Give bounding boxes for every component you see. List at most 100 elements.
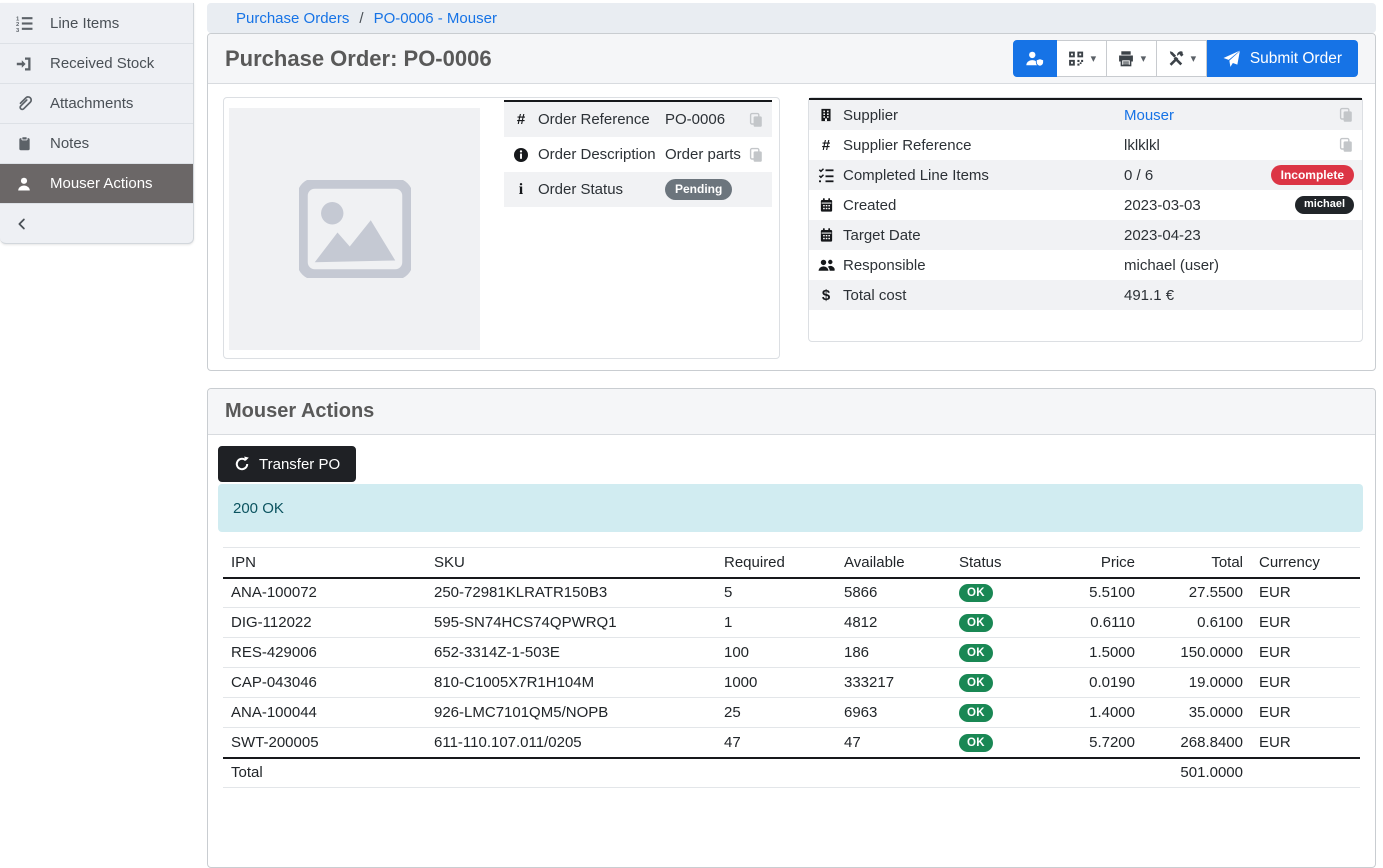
cell-price: 0.6110 xyxy=(1041,608,1143,638)
table-row: CAP-043046 810-C1005X7R1H104M 1000 33321… xyxy=(223,668,1360,698)
cell-sku: 250-72981KLRATR150B3 xyxy=(426,578,716,608)
card-filler xyxy=(809,310,1362,334)
status-badge: OK xyxy=(959,704,993,722)
cell-required: 47 xyxy=(716,728,836,758)
copy-icon[interactable] xyxy=(1338,137,1354,153)
hash-icon: # xyxy=(504,111,538,128)
detail-value: 0 / 6 xyxy=(1124,167,1271,184)
detail-value: michael (user) xyxy=(1124,257,1354,274)
sidebar-item-received-stock[interactable]: Received Stock xyxy=(0,43,193,83)
users-icon xyxy=(809,257,843,273)
dollar-icon: $ xyxy=(809,287,843,304)
list-check-icon xyxy=(809,167,843,183)
cell-currency: EUR xyxy=(1251,578,1360,608)
page-title: Purchase Order: PO-0006 xyxy=(225,46,492,72)
calendar-icon xyxy=(809,197,843,213)
cell-required: 100 xyxy=(716,638,836,668)
detail-label: Created xyxy=(843,197,1124,214)
order-actions-button[interactable]: ▾ xyxy=(1157,40,1207,77)
cell-status: OK xyxy=(951,728,1041,758)
column-header-ipn: IPN xyxy=(223,548,426,578)
cell-status: OK xyxy=(951,578,1041,608)
admin-button[interactable] xyxy=(1013,40,1057,77)
status-badge: OK xyxy=(959,734,993,752)
column-header-currency: Currency xyxy=(1251,548,1360,578)
table-row: DIG-112022 595-SN74HCS74QPWRQ1 1 4812 OK… xyxy=(223,608,1360,638)
sign-in-icon xyxy=(13,56,35,72)
cell-status: OK xyxy=(951,638,1041,668)
breadcrumb-separator: / xyxy=(359,10,363,27)
cell-required: 1000 xyxy=(716,668,836,698)
printer-icon xyxy=(1117,50,1135,67)
table-row: RES-429006 652-3314Z-1-503E 100 186 OK 1… xyxy=(223,638,1360,668)
status-badge: OK xyxy=(959,614,993,632)
table-total-row: Total 501.0000 xyxy=(223,758,1360,788)
submit-order-button[interactable]: Submit Order xyxy=(1207,40,1358,77)
copy-icon[interactable] xyxy=(748,147,764,163)
copy-icon[interactable] xyxy=(748,112,764,128)
cell-status: OK xyxy=(951,608,1041,638)
cell-price: 0.0190 xyxy=(1041,668,1143,698)
clipboard-icon xyxy=(13,135,35,152)
supplier-details-table: Supplier Mouser # Supplier Reference lkl… xyxy=(809,98,1362,310)
cell-currency: EUR xyxy=(1251,668,1360,698)
order-image-placeholder xyxy=(229,108,480,350)
sidebar-item-line-items[interactable]: 123 Line Items xyxy=(0,3,193,43)
status-badge: OK xyxy=(959,674,993,692)
cell-required: 5 xyxy=(716,578,836,608)
detail-row: Order Description Order parts xyxy=(504,137,772,172)
status-alert: 200 OK xyxy=(218,484,1363,532)
tools-icon xyxy=(1167,50,1185,67)
barcode-actions-button[interactable]: ▾ xyxy=(1057,40,1107,77)
user-shield-icon xyxy=(1024,50,1045,67)
total-value: 501.0000 xyxy=(1143,758,1251,788)
transfer-po-button[interactable]: Transfer PO xyxy=(218,446,356,482)
cell-total: 150.0000 xyxy=(1143,638,1251,668)
column-header-total: Total xyxy=(1143,548,1251,578)
print-actions-button[interactable]: ▾ xyxy=(1107,40,1157,77)
mouser-actions-header: Mouser Actions xyxy=(208,389,1375,435)
status-badge: OK xyxy=(959,584,993,602)
sidebar-item-notes[interactable]: Notes xyxy=(0,123,193,163)
sidebar-item-attachments[interactable]: Attachments xyxy=(0,83,193,123)
detail-label: Order Description xyxy=(538,146,665,163)
detail-row: Completed Line Items 0 / 6 Incomplete xyxy=(809,160,1362,190)
chevron-down-icon: ▾ xyxy=(1091,52,1097,65)
paperclip-icon xyxy=(13,95,35,112)
mouser-actions-body: Transfer PO 200 OK IPNSKURequiredAvailab… xyxy=(208,435,1375,788)
breadcrumb-link-purchase-orders[interactable]: Purchase Orders xyxy=(236,10,349,27)
cell-sku: 652-3314Z-1-503E xyxy=(426,638,716,668)
sidebar-item-mouser-actions[interactable]: Mouser Actions xyxy=(0,163,193,203)
detail-label: Order Status xyxy=(538,181,665,198)
sidebar-collapse-button[interactable] xyxy=(0,203,193,243)
mouser-actions-title: Mouser Actions xyxy=(225,400,374,423)
cell-ipn: SWT-200005 xyxy=(223,728,426,758)
copy-icon[interactable] xyxy=(1338,107,1354,123)
cell-sku: 611-110.107.011/0205 xyxy=(426,728,716,758)
detail-label: Target Date xyxy=(843,227,1124,244)
cell-status: OK xyxy=(951,668,1041,698)
image-icon xyxy=(299,180,411,278)
breadcrumb-link-current-order[interactable]: PO-0006 - Mouser xyxy=(374,10,497,27)
breadcrumb: Purchase Orders / PO-0006 - Mouser xyxy=(207,3,1376,33)
incomplete-badge: Incomplete xyxy=(1271,165,1354,185)
order-toolbar: ▾ ▾ ▾ Submit Order xyxy=(1013,40,1358,77)
chevron-down-icon: ▾ xyxy=(1141,52,1147,65)
column-header-required: Required xyxy=(716,548,836,578)
hash-icon: # xyxy=(809,137,843,154)
transfer-po-label: Transfer PO xyxy=(259,456,340,473)
detail-value: Pending xyxy=(665,179,764,199)
order-panel-body: # Order Reference PO-0006 Order Descript… xyxy=(208,84,1375,371)
column-header-sku: SKU xyxy=(426,548,716,578)
table-row: ANA-100044 926-LMC7101QM5/NOPB 25 6963 O… xyxy=(223,698,1360,728)
cell-available: 4812 xyxy=(836,608,951,638)
cell-ipn: RES-429006 xyxy=(223,638,426,668)
cell-currency: EUR xyxy=(1251,728,1360,758)
supplier-link[interactable]: Mouser xyxy=(1124,107,1174,124)
list-ol-icon: 123 xyxy=(13,15,35,32)
cell-currency: EUR xyxy=(1251,698,1360,728)
detail-label: Order Reference xyxy=(538,111,665,128)
sidebar-item-label: Mouser Actions xyxy=(50,175,153,192)
supplier-details-card: Supplier Mouser # Supplier Reference lkl… xyxy=(808,97,1363,342)
detail-label: Supplier Reference xyxy=(843,137,1124,154)
